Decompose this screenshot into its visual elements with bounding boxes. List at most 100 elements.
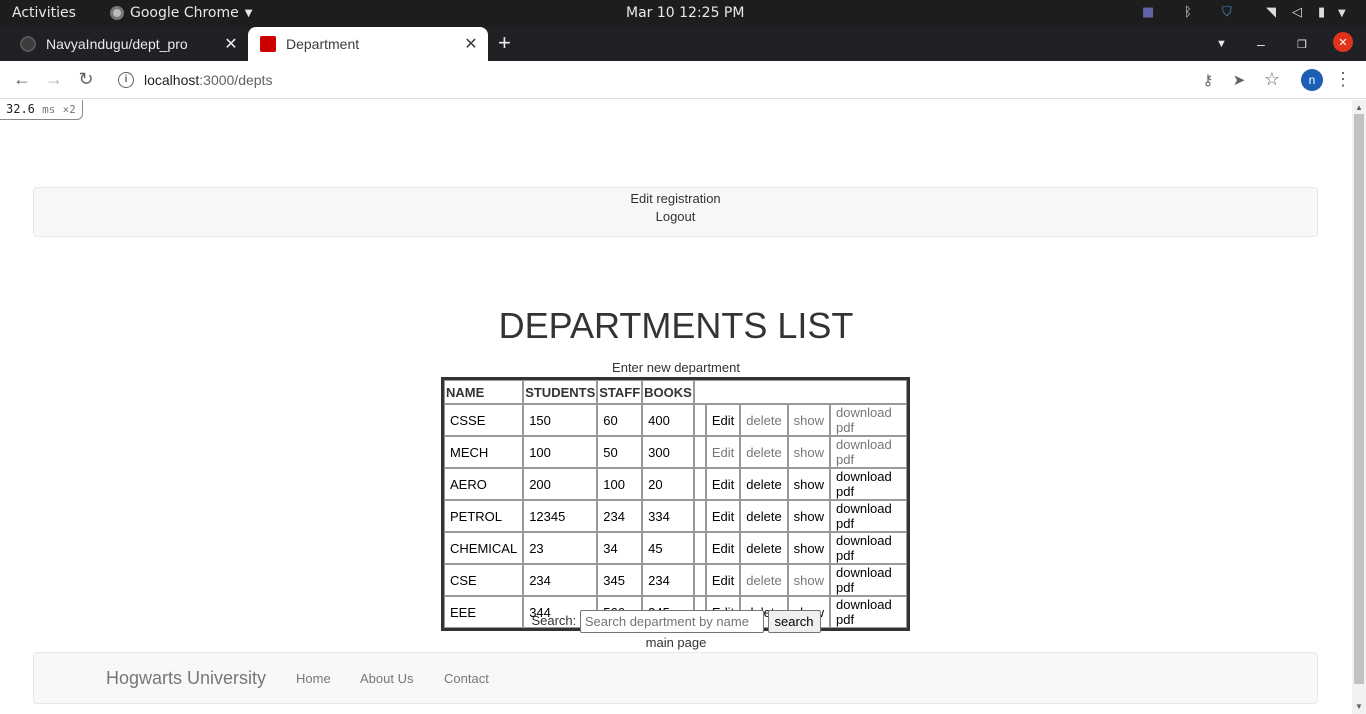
edit-link[interactable]: Edit (705, 468, 741, 500)
table-row: CHEMICAL 23 34 45 Edit delete show downl… (444, 532, 907, 564)
close-icon[interactable]: ✕ (460, 34, 482, 54)
cell-staff: 50 (597, 436, 643, 468)
tab-department[interactable]: Department ✕ (248, 27, 488, 61)
cell-students: 150 (523, 404, 598, 436)
delete-link[interactable]: delete (740, 500, 788, 532)
timing-badge[interactable]: 32.6 ms ×2 (0, 100, 83, 120)
header-staff: STAFF (597, 380, 643, 404)
top-nav: Edit registration Logout (33, 187, 1318, 237)
download-pdf-link[interactable]: download pdf (830, 436, 907, 468)
reload-icon[interactable]: ↻ (75, 69, 97, 90)
forward-icon[interactable]: → (43, 69, 65, 90)
cell-staff: 345 (597, 564, 643, 596)
bluetooth-icon[interactable]: ᛒ (1184, 5, 1192, 20)
address-bar[interactable]: i localhost:3000/depts (108, 65, 1288, 95)
cell-books: 234 (642, 564, 694, 596)
star-icon[interactable]: ☆ (1261, 69, 1283, 90)
search-label: Search: (531, 612, 577, 628)
cell-name: PETROL (444, 500, 524, 532)
cell-students: 12345 (523, 500, 598, 532)
clock[interactable]: Mar 10 12:25 PM (626, 5, 744, 21)
edit-link[interactable]: Edit (705, 564, 741, 596)
window-close-icon[interactable]: ✕ (1333, 32, 1353, 52)
send-icon[interactable]: ➤ (1228, 71, 1250, 89)
contact-link[interactable]: Contact (444, 671, 489, 686)
cell-staff: 234 (597, 500, 643, 532)
edit-link[interactable]: Edit (705, 436, 741, 468)
menu-icon[interactable]: ⋮ (1332, 69, 1354, 90)
download-pdf-link[interactable]: download pdf (830, 564, 907, 596)
timing-count: ×2 (62, 103, 76, 116)
cell-students: 23 (523, 532, 598, 564)
scroll-up-icon[interactable]: ▲ (1355, 103, 1363, 112)
shield-icon[interactable]: ⛉ (1222, 5, 1232, 20)
header-students: STUDENTS (523, 380, 598, 404)
show-link[interactable]: show (787, 500, 831, 532)
header-books: BOOKS (642, 380, 694, 404)
edit-link[interactable]: Edit (705, 500, 741, 532)
cell-staff: 34 (597, 532, 643, 564)
table-row: CSE 234 345 234 Edit delete show downloa… (444, 564, 907, 596)
cell-empty (693, 564, 706, 596)
tab-strip: NavyaIndugu/dept_pro ✕ Department ✕ + ▼ … (0, 27, 1366, 61)
edit-registration-link[interactable]: Edit registration (34, 190, 1317, 208)
show-link[interactable]: show (787, 404, 831, 436)
show-link[interactable]: show (787, 436, 831, 468)
cell-books: 334 (642, 500, 694, 532)
delete-link[interactable]: delete (740, 468, 788, 500)
page-content: 32.6 ms ×2 Edit registration Logout DEPA… (0, 100, 1352, 714)
delete-link[interactable]: delete (740, 564, 788, 596)
cell-name: AERO (444, 468, 524, 500)
page-title: DEPARTMENTS LIST (498, 305, 854, 346)
info-icon[interactable]: i (118, 72, 134, 88)
show-link[interactable]: show (787, 564, 831, 596)
chrome-icon (110, 6, 124, 20)
download-pdf-link[interactable]: download pdf (830, 404, 907, 436)
brand-link[interactable]: Hogwarts University (106, 668, 266, 689)
maximize-icon[interactable]: ❐ (1297, 27, 1307, 61)
minimize-icon[interactable]: – (1257, 27, 1265, 61)
new-tab-icon[interactable]: + (498, 30, 511, 56)
logout-link[interactable]: Logout (34, 208, 1317, 226)
home-link[interactable]: Home (296, 671, 331, 686)
show-link[interactable]: show (787, 532, 831, 564)
activities-button[interactable]: Activities (12, 5, 76, 21)
teams-icon[interactable]: ■ (1142, 5, 1154, 20)
back-icon[interactable]: ← (11, 69, 33, 90)
delete-link[interactable]: delete (740, 532, 788, 564)
download-pdf-link[interactable]: download pdf (830, 532, 907, 564)
caret-down-icon[interactable]: ▼ (1338, 8, 1346, 19)
search-form: Search: search (0, 610, 1352, 633)
cell-name: CSE (444, 564, 524, 596)
search-input[interactable] (579, 610, 764, 633)
edit-link[interactable]: Edit (705, 532, 741, 564)
edit-link[interactable]: Edit (705, 404, 741, 436)
tab-search-icon[interactable]: ▼ (1216, 27, 1227, 61)
delete-link[interactable]: delete (740, 404, 788, 436)
download-pdf-link[interactable]: download pdf (830, 468, 907, 500)
tab-github[interactable]: NavyaIndugu/dept_pro ✕ (8, 27, 248, 61)
show-link[interactable]: show (787, 468, 831, 500)
cell-name: CSSE (444, 404, 524, 436)
page-scrollbar[interactable]: ▲ ▼ (1352, 100, 1366, 714)
download-pdf-link[interactable]: download pdf (830, 500, 907, 532)
close-icon[interactable]: ✕ (220, 34, 242, 54)
system-tray[interactable]: ■ ᛒ ⛉ ◥ ◁ ▮ ▼ (1126, 0, 1366, 27)
about-us-link[interactable]: About Us (360, 671, 413, 686)
search-button[interactable]: search (767, 610, 821, 633)
battery-icon[interactable]: ▮ (1318, 5, 1325, 20)
cell-empty (693, 500, 706, 532)
scroll-down-icon[interactable]: ▼ (1355, 702, 1363, 711)
wifi-icon[interactable]: ◥ (1266, 5, 1276, 20)
profile-avatar[interactable]: n (1301, 69, 1323, 91)
url-host: localhost (144, 72, 200, 88)
cell-books: 20 (642, 468, 694, 500)
scrollbar-thumb[interactable] (1354, 114, 1364, 684)
delete-link[interactable]: delete (740, 436, 788, 468)
volume-icon[interactable]: ◁ (1292, 5, 1302, 20)
new-department-link[interactable]: Enter new department (0, 360, 1352, 375)
key-icon[interactable]: ⚷ (1197, 71, 1219, 89)
app-menu[interactable]: Google Chrome ▼ (110, 5, 252, 21)
table-header-row: NAME STUDENTS STAFF BOOKS (444, 380, 907, 404)
main-page-link[interactable]: main page (0, 635, 1352, 650)
